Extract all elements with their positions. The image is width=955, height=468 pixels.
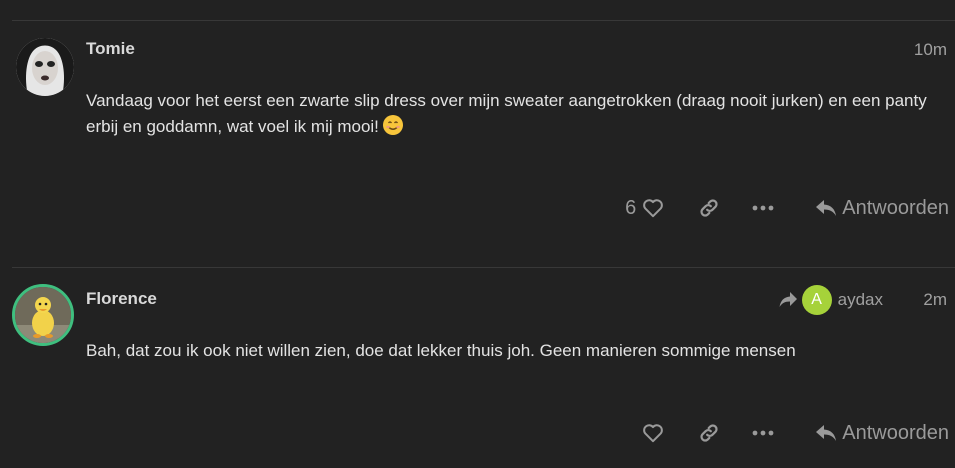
post-text: Vandaag voor het eerst een zwarte slip d… (86, 91, 927, 136)
copy-link-button[interactable] (688, 188, 730, 228)
share-arrow-icon (779, 292, 797, 307)
reply-to-indicator[interactable]: A aydax (778, 285, 883, 315)
post-actions: 6 Antwoorden (619, 188, 949, 228)
avatar[interactable] (12, 284, 74, 346)
heart-icon (643, 424, 664, 443)
like-button[interactable] (636, 413, 674, 453)
reply-arrow-icon (816, 200, 837, 216)
reply-to-avatar: A (801, 285, 832, 315)
post-actions: Antwoorden (636, 413, 949, 453)
like-button[interactable]: 6 (619, 188, 674, 228)
like-count: 6 (625, 196, 637, 219)
username[interactable]: Tomie (86, 39, 135, 59)
post-divider (12, 267, 955, 268)
reply-arrow-icon (816, 425, 837, 441)
post-time[interactable]: 10m (914, 40, 947, 60)
more-options-button[interactable] (742, 188, 784, 228)
post-text: Bah, dat zou ik ook niet willen zien, do… (86, 341, 796, 360)
reply-button[interactable]: Antwoorden (804, 188, 949, 228)
reply-label: Antwoorden (842, 421, 949, 444)
heart-icon (643, 199, 664, 218)
reply-to-username: aydax (837, 290, 883, 309)
more-options-button[interactable] (742, 413, 784, 453)
avatar[interactable] (16, 38, 74, 96)
smiling-face-emoji-icon (382, 115, 403, 135)
copy-link-button[interactable] (688, 413, 730, 453)
username[interactable]: Florence (86, 289, 157, 309)
post-body: Bah, dat zou ik ook niet willen zien, do… (86, 338, 946, 364)
link-icon (700, 424, 718, 442)
ellipsis-icon (752, 430, 774, 436)
link-icon (700, 199, 718, 217)
reply-button[interactable]: Antwoorden (804, 413, 949, 453)
top-divider (12, 20, 955, 21)
post-body: Vandaag voor het eerst een zwarte slip d… (86, 88, 946, 140)
reply-label: Antwoorden (842, 196, 949, 219)
post-time[interactable]: 2m (923, 290, 947, 310)
ellipsis-icon (752, 205, 774, 211)
